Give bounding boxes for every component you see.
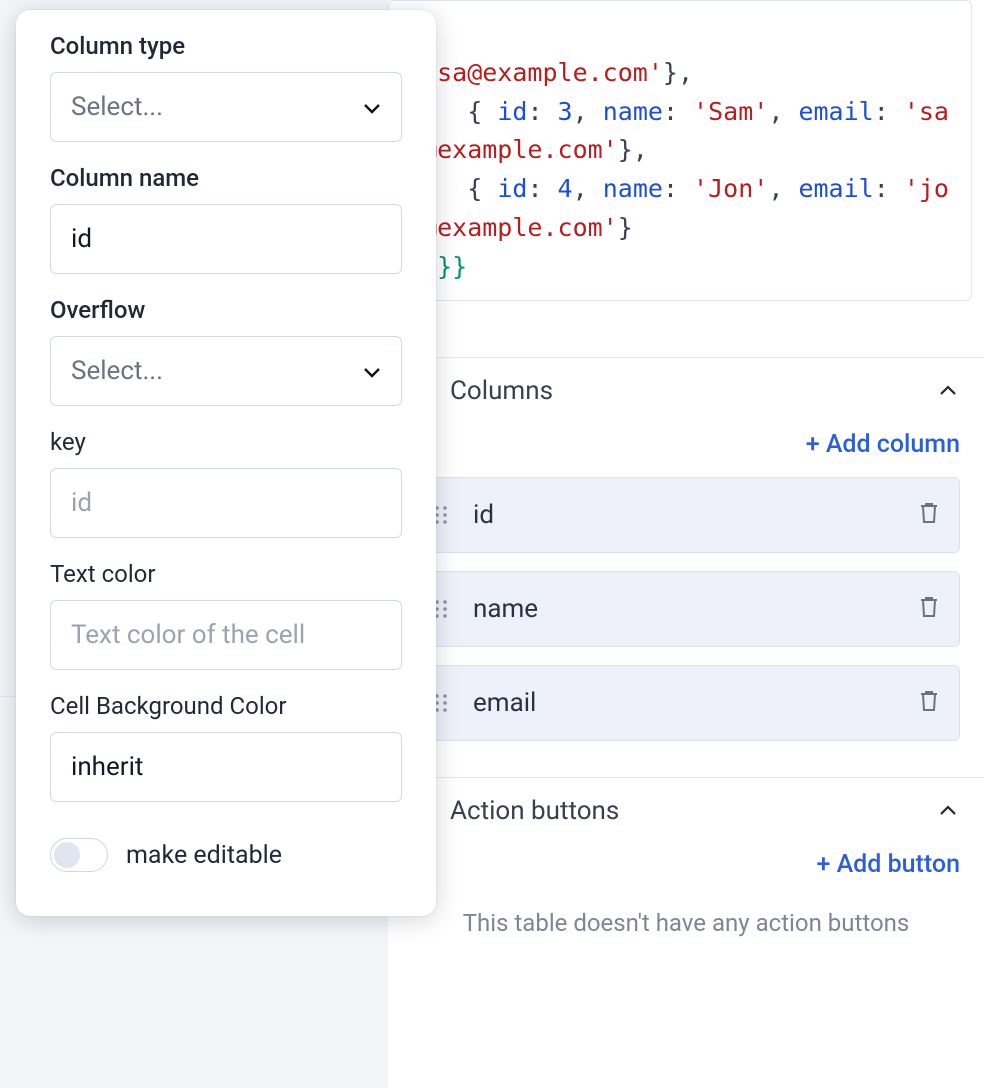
chevron-up-icon xyxy=(936,799,960,823)
cell-bg-label: Cell Background Color xyxy=(50,692,402,720)
code-block: lisa@example.com'}, { id: 3, name: 'Sam'… xyxy=(388,0,972,301)
right-panel: lisa@example.com'}, { id: 3, name: 'Sam'… xyxy=(388,0,984,1088)
code-token: 4 xyxy=(558,174,573,203)
add-column-button[interactable]: + Add column xyxy=(388,424,984,477)
column-label: name xyxy=(473,594,895,624)
columns-list: id name xyxy=(388,477,984,741)
key-input[interactable]: id xyxy=(50,468,402,538)
column-row[interactable]: id xyxy=(412,477,960,553)
chevron-down-icon xyxy=(363,356,381,386)
column-type-select[interactable]: Select... xyxy=(50,72,402,142)
column-settings-popover: Column type Select... Column name id Ove… xyxy=(16,10,436,916)
key-placeholder: id xyxy=(71,488,92,518)
column-row[interactable]: email xyxy=(412,665,960,741)
code-token: Sam xyxy=(708,97,753,126)
add-button-button[interactable]: + Add button xyxy=(388,844,984,897)
column-row[interactable]: name xyxy=(412,571,960,647)
overflow-label: Overflow xyxy=(50,296,402,324)
key-label: key xyxy=(50,428,402,456)
column-name-value: id xyxy=(71,224,92,254)
column-label: id xyxy=(473,500,895,530)
column-type-label: Column type xyxy=(50,32,402,60)
cell-bg-value: inherit xyxy=(71,752,143,782)
make-editable-label: make editable xyxy=(126,841,282,870)
column-type-value: Select... xyxy=(71,92,163,122)
empty-actions-message: This table doesn't have any action butto… xyxy=(388,897,984,961)
action-buttons-section-header[interactable]: Action buttons xyxy=(388,778,984,844)
chevron-up-icon xyxy=(936,379,960,403)
action-buttons-section: Action buttons + Add button This table d… xyxy=(388,777,984,961)
trash-icon[interactable] xyxy=(917,688,941,718)
column-label: email xyxy=(473,688,895,718)
overflow-select[interactable]: Select... xyxy=(50,336,402,406)
column-name-label: Column name xyxy=(50,164,402,192)
cell-bg-input[interactable]: inherit xyxy=(50,732,402,802)
text-color-input[interactable]: Text color of the cell xyxy=(50,600,402,670)
code-token: 3 xyxy=(558,97,573,126)
text-color-label: Text color xyxy=(50,560,402,588)
code-token: Jon xyxy=(708,174,753,203)
overflow-value: Select... xyxy=(71,356,163,386)
section-title: Action buttons xyxy=(450,796,619,826)
section-title: Columns xyxy=(450,376,553,406)
columns-section: Columns + Add column id xyxy=(388,357,984,777)
column-name-input[interactable]: id xyxy=(50,204,402,274)
make-editable-toggle[interactable] xyxy=(50,838,108,872)
text-color-placeholder: Text color of the cell xyxy=(71,620,305,650)
trash-icon[interactable] xyxy=(917,594,941,624)
trash-icon[interactable] xyxy=(917,500,941,530)
code-token: lisa@example.com xyxy=(407,58,648,87)
chevron-down-icon xyxy=(363,92,381,122)
columns-section-header[interactable]: Columns xyxy=(388,358,984,424)
